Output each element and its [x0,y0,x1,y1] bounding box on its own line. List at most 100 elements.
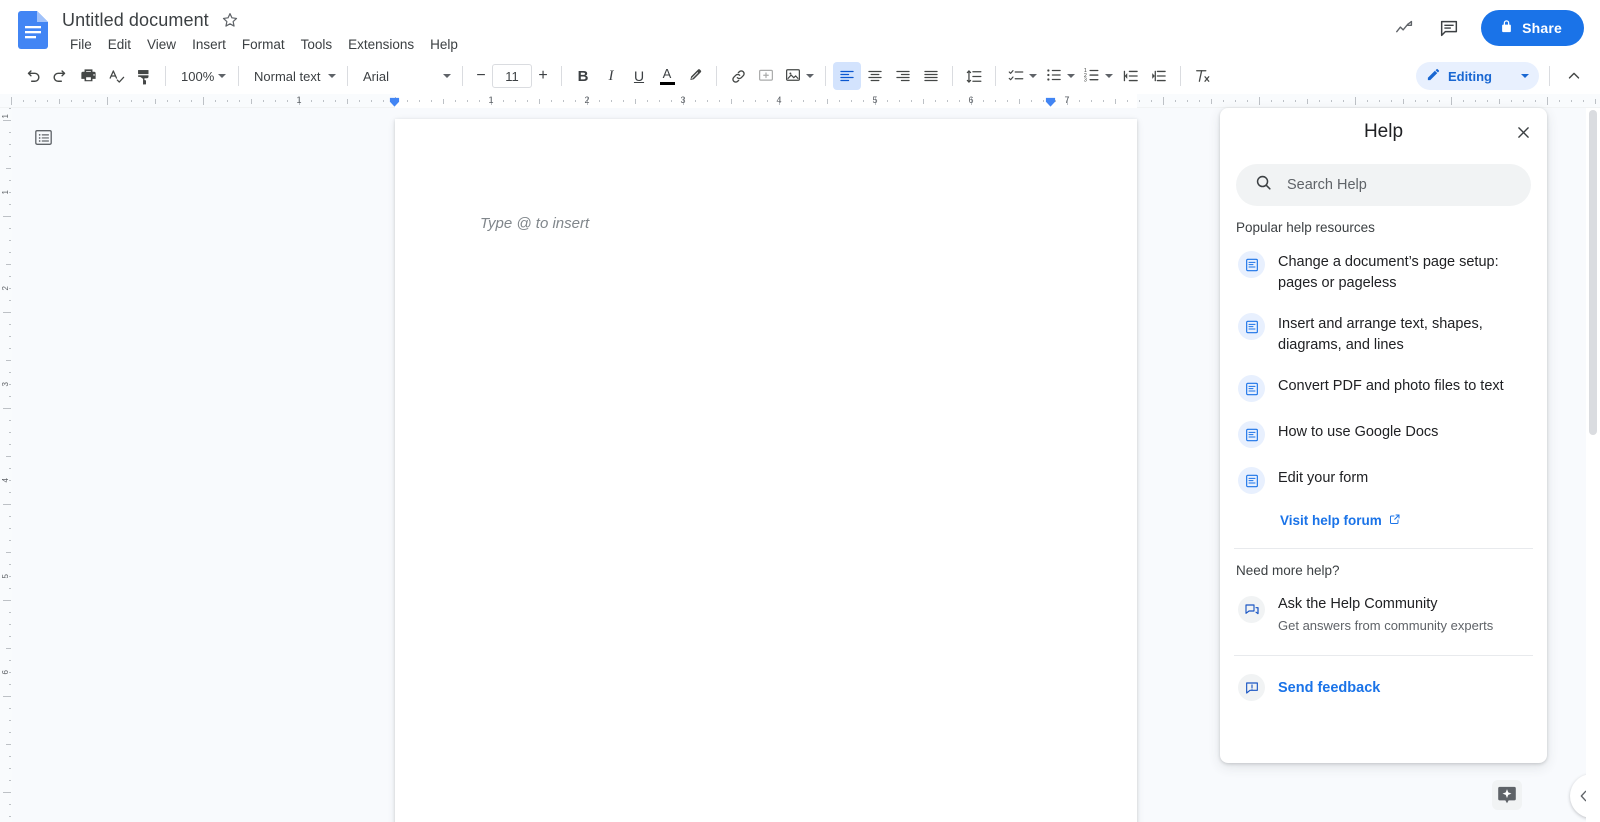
ruler-tick [3,312,11,313]
align-left-icon[interactable] [833,62,861,90]
ruler-tick [9,204,11,205]
underline-button[interactable]: U [625,62,653,90]
ruler-tick [215,100,216,102]
bulleted-list-button[interactable] [1041,62,1079,90]
toolbar-divider [561,66,562,86]
close-icon[interactable] [1509,118,1537,146]
menu-insert[interactable]: Insert [184,34,234,56]
indent-increase-icon[interactable] [1145,62,1173,90]
align-justify-icon[interactable] [917,62,945,90]
help-search-box[interactable] [1236,164,1531,206]
numbered-list-button[interactable]: 1 2 3 [1079,62,1117,90]
ruler-tick [9,396,11,397]
activity-trend-icon[interactable] [1387,10,1423,46]
ruler-tick [791,100,792,102]
align-center-icon[interactable] [861,62,889,90]
help-resource-item[interactable]: Edit your form [1236,457,1531,503]
font-family-select[interactable]: Arial [355,62,455,90]
toolbar-divider [825,66,826,86]
scrollbar-thumb[interactable] [1589,110,1597,435]
ruler-tick [983,100,984,102]
editing-mode-select[interactable]: Editing [1415,62,1539,90]
ruler-tick [23,100,24,102]
horizontal-ruler[interactable]: 1 1 2 3 4 5 6 7 [0,94,1600,108]
bold-button[interactable]: B [569,62,597,90]
chevron-down-icon [328,74,336,78]
undo-icon[interactable] [18,62,46,90]
ruler-tick [311,100,312,102]
ruler-tick [191,100,192,102]
vertical-scrollbar[interactable] [1586,108,1600,822]
article-icon [1238,375,1265,402]
ruler-tick [755,100,756,102]
menu-format[interactable]: Format [234,34,293,56]
text-color-button[interactable]: A [653,62,681,90]
align-right-icon[interactable] [889,62,917,90]
redo-icon[interactable] [46,62,74,90]
help-resource-item[interactable]: Insert and arrange text, shapes, diagram… [1236,303,1531,365]
docs-logo-icon[interactable] [18,11,48,49]
chevron-up-icon[interactable] [1560,62,1588,90]
ruler-tick [9,660,11,661]
menu-edit[interactable]: Edit [100,34,139,56]
ruler-tick [9,108,11,109]
italic-button[interactable]: I [597,62,625,90]
share-button[interactable]: Share [1481,10,1584,46]
ruler-tick [1427,100,1428,102]
indent-marker-right[interactable] [1045,95,1056,107]
insert-image-button[interactable] [780,62,818,90]
page-placeholder-text: Type @ to insert [480,215,590,232]
line-spacing-icon[interactable] [960,62,988,90]
star-outline-icon[interactable] [220,10,240,30]
help-search-input[interactable] [1287,164,1513,206]
paragraph-style-select[interactable]: Normal text [246,62,340,90]
help-resource-item[interactable]: How to use Google Docs [1236,411,1531,457]
ruler-tick [1595,99,1596,104]
vertical-ruler[interactable]: 1 1 2 3 4 5 6 [0,108,12,822]
paint-format-icon[interactable] [130,62,158,90]
horizontal-ruler-track[interactable] [395,94,1137,108]
send-feedback-item[interactable]: Send feedback [1236,670,1531,705]
document-title[interactable]: Untitled document [62,8,209,32]
menu-view[interactable]: View [139,34,184,56]
menu-extensions[interactable]: Extensions [340,34,422,56]
paragraph-style-value: Normal text [254,68,321,84]
ruler-number: 2 [584,95,590,105]
indent-marker-left[interactable] [389,95,400,107]
visit-help-forum-link[interactable]: Visit help forum [1280,513,1401,528]
article-icon [1238,313,1265,340]
help-resource-item[interactable]: Change a document’s page setup: pages or… [1236,241,1531,303]
help-resource-item[interactable]: Convert PDF and photo files to text [1236,365,1531,411]
ruler-number: 7 [1064,95,1070,105]
menu-tools[interactable]: Tools [293,34,341,56]
font-size-input[interactable]: 11 [492,64,532,88]
menu-file[interactable]: File [62,34,100,56]
ruler-number: 2 [1,286,10,291]
print-icon[interactable] [74,62,102,90]
gemini-sparkle-icon[interactable] [1492,780,1522,810]
ruler-number: 6 [968,95,974,105]
comment-history-icon[interactable] [1431,10,1467,46]
forum-icon [1238,596,1265,623]
ruler-tick [179,100,180,102]
document-page[interactable]: Type @ to insert [395,119,1137,822]
font-size-decrease-button[interactable]: − [470,64,492,88]
menu-help[interactable]: Help [422,34,466,56]
add-comment-icon[interactable] [752,62,780,90]
font-size-increase-button[interactable]: + [532,64,554,88]
ruler-number: 3 [1,382,10,387]
ruler-tick [1523,100,1524,102]
insert-link-icon[interactable] [724,62,752,90]
zoom-select[interactable]: 100% [173,62,231,90]
ruler-tick [599,100,600,102]
title-bar-actions: Share [1387,10,1584,46]
google-docs-app: Untitled document File Edit View Insert … [0,0,1600,822]
ruler-tick [611,100,612,102]
indent-decrease-icon[interactable] [1117,62,1145,90]
spellcheck-icon[interactable] [102,62,130,90]
document-outline-icon[interactable] [27,121,59,153]
highlight-pen-icon[interactable] [681,62,709,90]
clear-formatting-icon[interactable] [1188,62,1216,90]
checklist-button[interactable] [1003,62,1041,90]
ask-help-community-item[interactable]: Ask the Help Community Get answers from … [1236,588,1531,641]
